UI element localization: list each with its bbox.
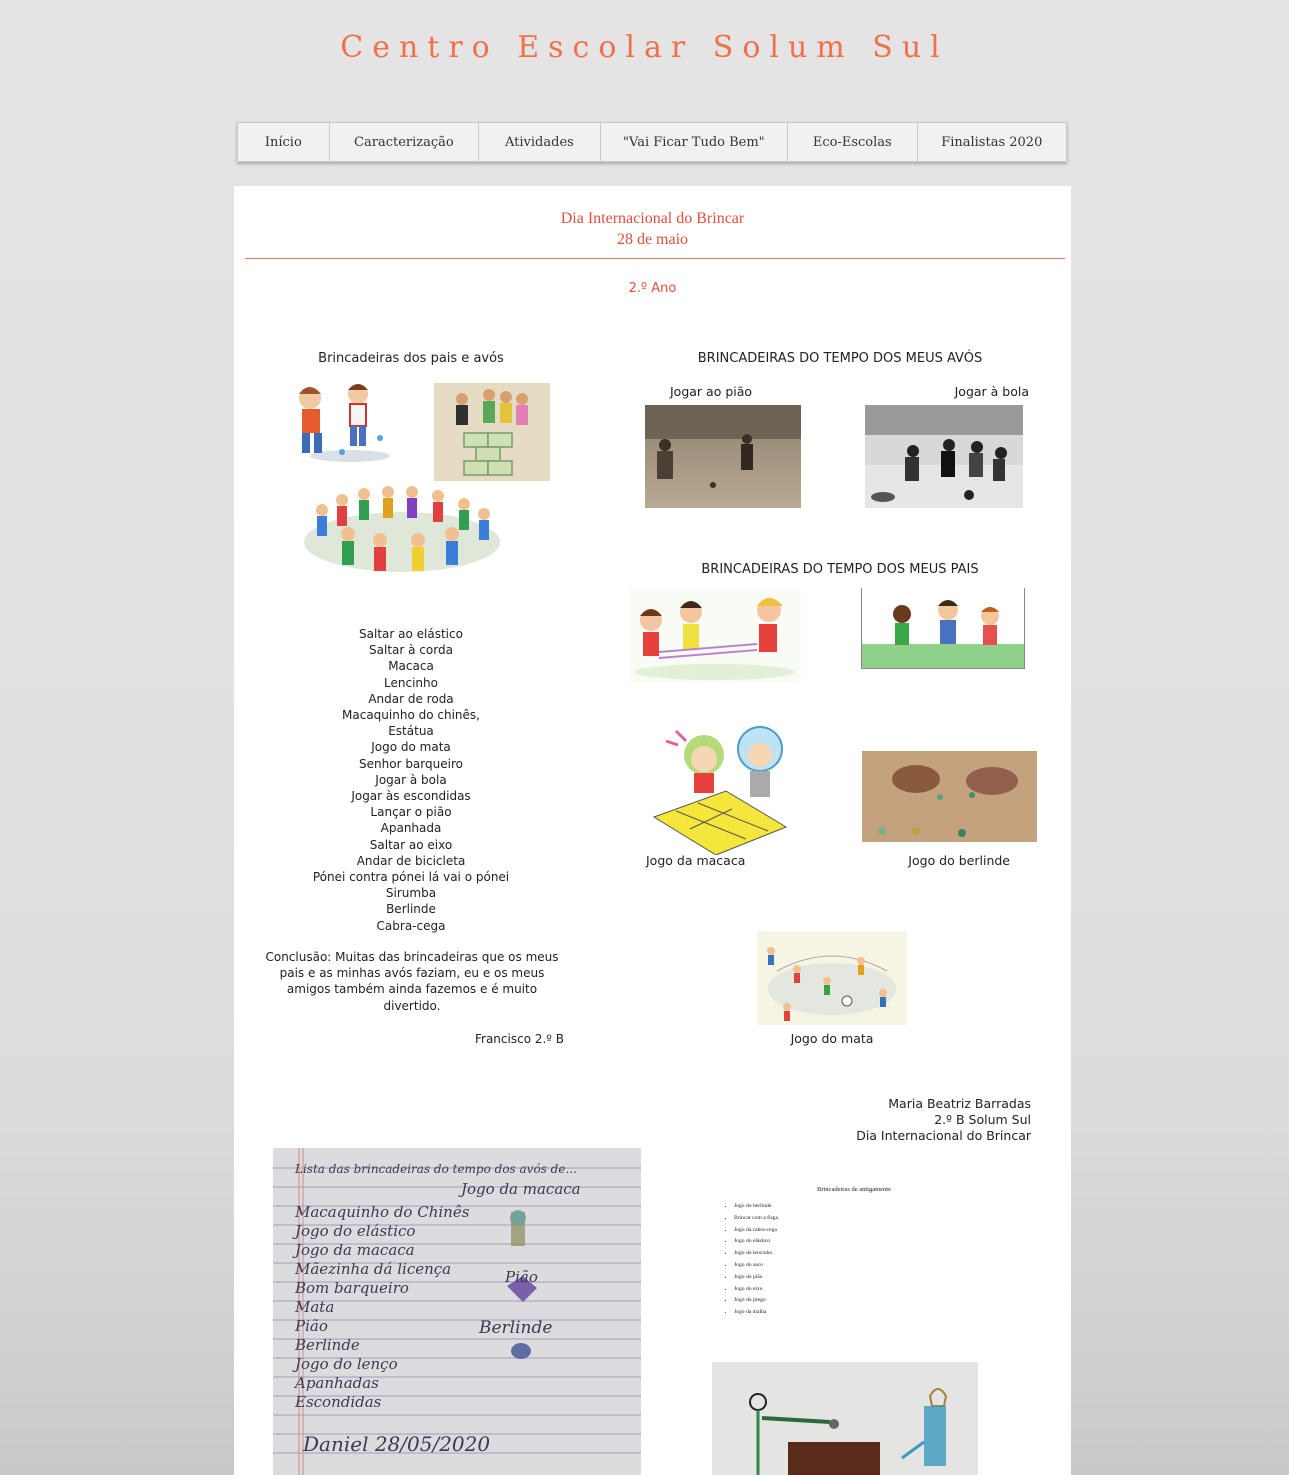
- caption-piao: Jogar ao pião: [670, 384, 753, 399]
- heading-avos: BRINCADEIRAS DO TEMPO DOS MEUS AVÓS: [697, 351, 983, 366]
- main-nav: Início Caracterização Atividades "Vai Fi…: [237, 122, 1067, 162]
- list-item: Jogo do pião: [734, 1272, 1004, 1284]
- elastico-kids-image: [629, 588, 801, 682]
- list-item: Macaca: [388, 659, 434, 674]
- macaca-cartoon-image: [646, 721, 792, 855]
- list-item: Berlinde: [386, 902, 436, 917]
- list-item: Jogar à bola: [375, 772, 447, 787]
- list-item: Saltar à corda: [369, 643, 453, 658]
- nav-item-inicio[interactable]: Início: [238, 123, 330, 161]
- list-item: Lançar o pião: [370, 805, 452, 820]
- list-item: Apanhadas: [295, 1374, 379, 1392]
- hopscotch-kids-image: [434, 383, 550, 481]
- list-item: Berlinde: [295, 1336, 360, 1354]
- list-item: Jogo do elástico: [295, 1222, 416, 1240]
- list-item: Jogo do saco: [734, 1260, 1004, 1272]
- notebook-signature: Daniel 28/05/2020: [303, 1432, 491, 1456]
- list-item: Cabra-cega: [376, 918, 446, 933]
- list-item: Jogo do lenço: [295, 1355, 398, 1373]
- doc-title: Brincadeiras de antigamente: [817, 1186, 891, 1193]
- list-item: Sirumba: [385, 886, 437, 901]
- list-item: Jogo da cabra-cega: [734, 1225, 1004, 1237]
- list-item: Jogo do mata: [371, 740, 451, 755]
- list-item: Jogo da malha: [734, 1307, 1004, 1319]
- conclusion-text: Conclusão: Muitas das brincadeiras que o…: [265, 950, 559, 1013]
- nav-item-finalistas-2020[interactable]: Finalistas 2020: [918, 123, 1066, 161]
- notebook-header: Lista das brincadeiras do tempo dos avós…: [295, 1162, 577, 1176]
- list-item: Mãezinha dá licença: [295, 1260, 452, 1278]
- list-item: Bom barqueiro: [295, 1279, 409, 1297]
- kids-playing-image: [861, 588, 1025, 669]
- berlinde-photo: [862, 751, 1037, 842]
- list-item: Jogo do elástico: [734, 1236, 1004, 1248]
- author-francisco: Francisco 2.º B: [474, 1032, 564, 1046]
- site-title[interactable]: Centro Escolar Solum Sul: [0, 30, 1289, 65]
- list-item: Macaquinho do chinês,: [342, 708, 480, 723]
- bola-photo: [865, 405, 1023, 508]
- notebook-side-note: Jogo da macaca: [461, 1180, 581, 1198]
- list-item: Mata: [295, 1298, 335, 1316]
- notebook-photo: Lista das brincadeiras do tempo dos avós…: [273, 1148, 641, 1475]
- credit-block: Maria Beatriz Barradas 2.º B Solum Sul D…: [734, 1096, 1031, 1145]
- credit-name: Maria Beatriz Barradas: [888, 1096, 1031, 1111]
- list-item: Estátua: [388, 724, 434, 739]
- list-item: Saltar ao elástico: [359, 627, 463, 641]
- nav-item-eco-escolas[interactable]: Eco-Escolas: [788, 123, 918, 161]
- list-item: Macaquinho do Chinês: [295, 1203, 470, 1221]
- nav-item-atividades[interactable]: Atividades: [479, 123, 601, 161]
- caption-berlinde: Jogo do berlinde: [908, 853, 1010, 868]
- nav-item-vai-ficar-tudo-bem[interactable]: "Vai Ficar Tudo Bem": [601, 123, 789, 161]
- child-drawing-image: [712, 1362, 978, 1475]
- title-divider: [245, 258, 1065, 259]
- page-title-line2: 28 de maio: [616, 231, 689, 248]
- list-item: Jogo do eixo: [734, 1284, 1004, 1296]
- caption-bola: Jogar à bola: [954, 384, 1029, 399]
- games-list: Saltar ao elástico Saltar à corda Macaca…: [261, 626, 561, 934]
- list-item: Saltar ao eixo: [369, 837, 453, 852]
- list-item: Jogo do berlinde: [734, 1201, 1004, 1213]
- list-item: Jogo do prego: [734, 1295, 1004, 1307]
- doc-list: Jogo do berlinde Brincar com a fisga Jog…: [704, 1201, 1004, 1319]
- content-panel: Dia Internacional do Brincar 28 de maio …: [234, 186, 1071, 1475]
- mata-cartoon-image: [757, 931, 907, 1025]
- kids-marbles-image: [280, 376, 410, 466]
- nav-item-caracterizacao[interactable]: Caracterização: [330, 123, 480, 161]
- list-item: Brincar com a fisga: [734, 1213, 1004, 1225]
- page-title: Dia Internacional do Brincar 28 de maio: [234, 208, 1071, 250]
- list-item: Escondidas: [295, 1393, 382, 1411]
- list-item: Andar de bicicleta: [356, 853, 466, 868]
- list-item: Apanhada: [380, 821, 442, 836]
- kids-ring-image: [292, 482, 512, 580]
- notebook-label-berlinde: Berlinde: [479, 1318, 553, 1338]
- document-thumbnail: Brincadeiras de antigamente Jogo do berl…: [704, 1186, 1004, 1346]
- notebook-label-piao: Pião: [505, 1268, 538, 1286]
- list-item: Senhor barqueiro: [359, 756, 463, 771]
- notebook-lines: Macaquinho do Chinês Jogo do elástico Jo…: [295, 1203, 469, 1412]
- piao-photo: [645, 405, 801, 508]
- list-item: Lencinho: [384, 675, 438, 690]
- left-heading: Brincadeiras dos pais e avós: [318, 351, 504, 366]
- heading-pais: BRINCADEIRAS DO TEMPO DOS MEUS PAIS: [701, 562, 979, 577]
- list-item: Jogar às escondidas: [351, 789, 471, 804]
- list-item: Andar de roda: [368, 691, 454, 706]
- caption-macaca: Jogo da macaca: [646, 853, 746, 868]
- list-item: Pião: [295, 1317, 328, 1335]
- list-item: Jogo da macaca: [295, 1241, 415, 1259]
- list-item: Pónei contra pónei lá vai o pónei: [312, 870, 510, 885]
- list-item: Jogo do lencinho: [734, 1248, 1004, 1260]
- caption-mata: Jogo do mata: [790, 1031, 874, 1046]
- page-subtitle: 2.º Ano: [628, 281, 677, 296]
- page-title-line1: Dia Internacional do Brincar: [560, 210, 745, 227]
- credit-class: 2.º B Solum Sul: [934, 1112, 1031, 1128]
- credit-event: Dia Internacional do Brincar: [856, 1128, 1031, 1144]
